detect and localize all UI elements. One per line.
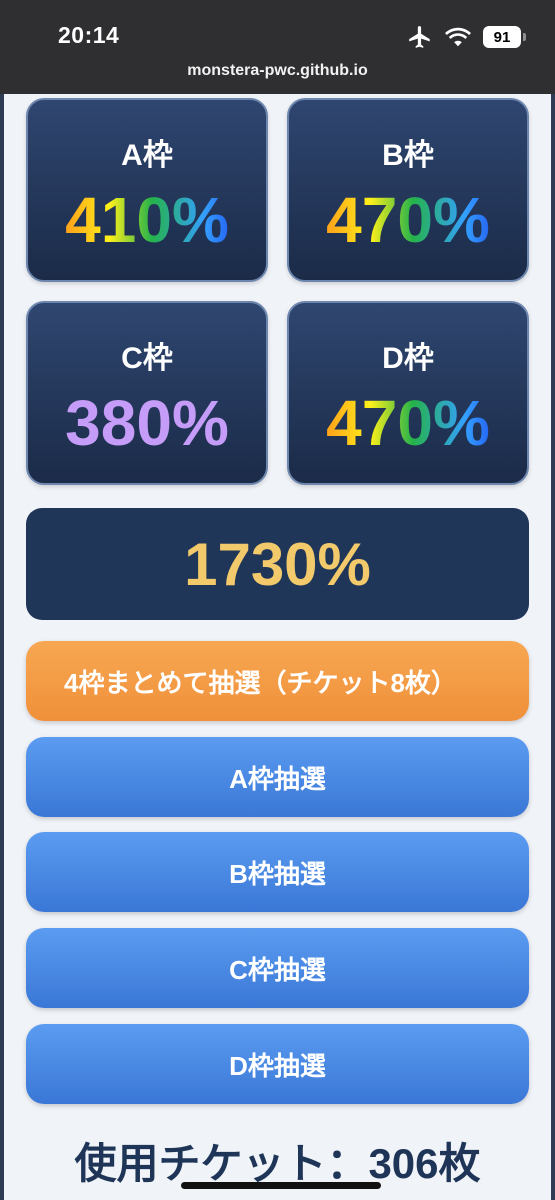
draw-b-button[interactable]: B枠抽選: [26, 832, 529, 912]
battery-level: 91: [493, 28, 511, 46]
slot-card-a: A枠 410%: [26, 98, 268, 282]
home-indicator[interactable]: [181, 1182, 381, 1189]
page-content: A枠 410% B枠 470% C枠 380% D枠 470% 1730% 4枠…: [0, 94, 555, 1200]
address-bar[interactable]: monstera-pwc.github.io: [0, 62, 555, 80]
slot-label: D枠: [382, 342, 434, 375]
slot-card-d: D枠 470%: [287, 301, 529, 485]
wifi-icon: [445, 27, 471, 47]
clock: 20:14: [58, 22, 120, 48]
airplane-icon: [409, 26, 430, 48]
slot-value: 470%: [289, 188, 527, 252]
slot-value: 380%: [65, 387, 229, 459]
status-bar: 20:14 91 monstera-pwc.github.io: [0, 0, 555, 94]
slot-card-b: B枠 470%: [287, 98, 529, 282]
draw-c-button[interactable]: C枠抽選: [26, 928, 529, 1008]
battery-icon: 91: [483, 26, 526, 48]
draw-d-button[interactable]: D枠抽選: [26, 1024, 529, 1104]
slot-card-c: C枠 380%: [26, 301, 268, 485]
total-panel: 1730%: [26, 508, 529, 620]
total-value: 1730%: [184, 530, 371, 598]
slot-label: B枠: [382, 139, 434, 172]
slot-label: A枠: [121, 139, 173, 172]
slot-value: 410%: [28, 188, 266, 252]
slot-label: C枠: [121, 342, 173, 375]
slot-value: 470%: [289, 391, 527, 455]
draw-a-button[interactable]: A枠抽選: [26, 737, 529, 817]
draw-all-button[interactable]: 4枠まとめて抽選（チケット8枚）: [26, 641, 529, 721]
status-icons: 91: [407, 24, 526, 50]
